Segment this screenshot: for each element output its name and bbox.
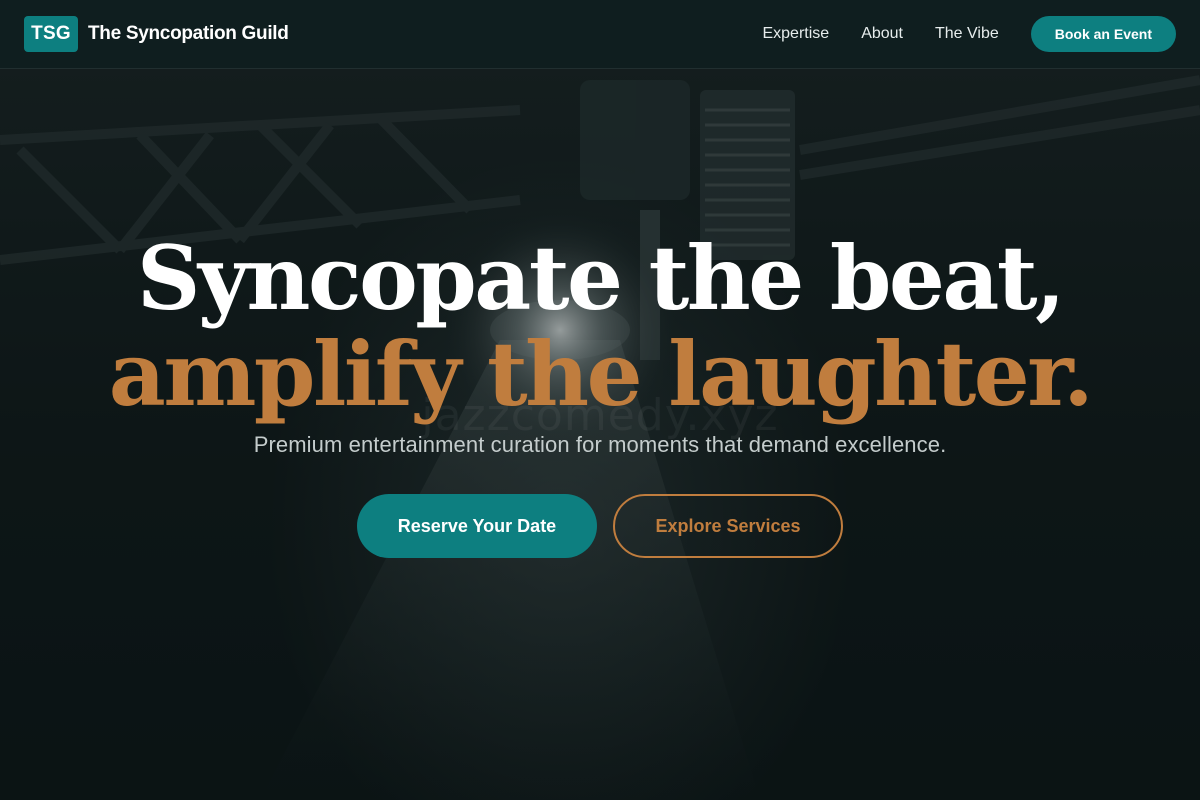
reserve-your-date-button[interactable]: Reserve Your Date [357,494,597,558]
book-an-event-button[interactable]: Book an Event [1030,16,1176,52]
headline-line-2: amplify the laughter. [108,322,1094,426]
nav-link-the-vibe[interactable]: The Vibe [935,25,999,43]
nav-link-about[interactable]: About [861,25,903,43]
nav-links: Expertise About The Vibe Book an Event [762,16,1176,52]
explore-services-button[interactable]: Explore Services [613,494,843,558]
hero-section: Syncopate the beat, amplify the laughter… [0,230,1200,558]
hero-subtitle: Premium entertainment curation for momen… [253,432,947,457]
hero-headline: Syncopate the beat, amplify the laughter… [0,230,1200,422]
hero-cta-row: Reserve Your Date Explore Services [0,494,1200,558]
page: jazzcomedy.xyz TSG The Syncopation Guild… [0,0,1200,800]
logo-mark[interactable]: TSG [24,16,78,52]
headline-line-1: Syncopate the beat, [136,226,1066,330]
brand-name[interactable]: The Syncopation Guild [88,23,289,45]
nav-link-expertise[interactable]: Expertise [762,25,829,43]
top-navbar: TSG The Syncopation Guild Expertise Abou… [0,0,1200,69]
